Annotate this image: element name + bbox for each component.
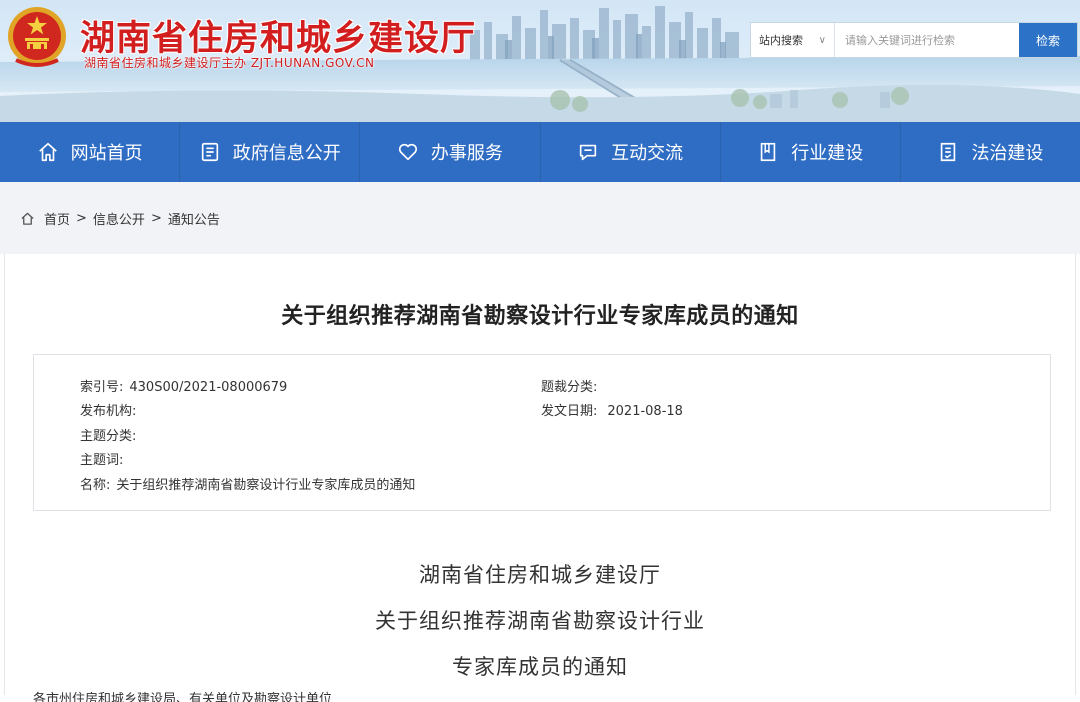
breadcrumb-notices[interactable]: 通知公告 bbox=[168, 209, 220, 228]
chevron-down-icon: ∨ bbox=[818, 34, 826, 46]
home-icon bbox=[21, 212, 34, 225]
meta-date-value: 2021-08-18 bbox=[607, 404, 683, 419]
meta-keywords-label: 主题词: bbox=[80, 453, 124, 468]
search-bar: 站内搜索 ∨ 检索 bbox=[750, 22, 1078, 58]
meta-name-value: 关于组织推荐湖南省勘察设计行业专家库成员的通知 bbox=[116, 478, 416, 493]
nav-item-label: 网站首页 bbox=[70, 143, 143, 164]
meta-topic-label: 主题分类: bbox=[80, 429, 137, 444]
article-panel: 关于组织推荐湖南省勘察设计行业专家库成员的通知 索引号: 430S00/2021-… bbox=[4, 254, 1076, 702]
nav-item-label: 办事服务 bbox=[430, 143, 503, 164]
article-title: 关于组织推荐湖南省勘察设计行业专家库成员的通知 bbox=[281, 304, 799, 329]
nav-item-label: 政府信息公开 bbox=[232, 143, 341, 164]
breadcrumb-info-public[interactable]: 信息公开 bbox=[93, 209, 145, 228]
main-nav: 网站首页 政府信息公开 办事服务 互动交流 行业建设 法治建设 bbox=[0, 122, 1080, 182]
search-scope-label: 站内搜索 bbox=[759, 34, 803, 47]
meta-index-label: 索引号: bbox=[80, 380, 124, 395]
site-subtitle: 湖南省住房和城乡建设厅主办 ZJT.HUNAN.GOV.CN bbox=[84, 56, 375, 70]
meta-topic: 主题分类: bbox=[80, 425, 142, 444]
meta-date-label: 发文日期: bbox=[541, 404, 598, 419]
body-first-line: 各市州住房和城乡建设局、有关单位及勘察设计单位 bbox=[33, 692, 333, 702]
body-heading-line-2: 关于组织推荐湖南省勘察设计行业 bbox=[375, 609, 705, 633]
law-document-icon bbox=[941, 142, 956, 162]
nav-item-label: 法治建设 bbox=[971, 143, 1044, 164]
nav-item-law[interactable]: 法治建设 bbox=[901, 122, 1080, 182]
nav-item-label: 行业建设 bbox=[791, 143, 864, 164]
search-scope-select[interactable]: 站内搜索 ∨ bbox=[751, 23, 835, 57]
meta-index: 索引号: 430S00/2021-08000679 bbox=[80, 376, 287, 395]
national-emblem-icon bbox=[8, 7, 66, 67]
breadcrumb-separator: > bbox=[76, 210, 87, 226]
body-heading-line-1: 湖南省住房和城乡建设厅 bbox=[419, 563, 661, 587]
nav-item-label: 互动交流 bbox=[611, 143, 684, 164]
nav-item-gov-info[interactable]: 政府信息公开 bbox=[180, 122, 361, 182]
document-icon bbox=[201, 142, 218, 162]
body-heading-line-3: 专家库成员的通知 bbox=[452, 655, 628, 679]
header-banner: 湖南省住房和城乡建设厅 湖南省住房和城乡建设厅主办 ZJT.HUNAN.GOV.… bbox=[0, 0, 1080, 122]
meta-genre: 题裁分类: bbox=[541, 376, 603, 395]
metadata-box: 索引号: 430S00/2021-08000679 发布机构: 主题分类: 主题词… bbox=[33, 354, 1051, 511]
search-input[interactable] bbox=[835, 23, 1019, 57]
meta-publisher-label: 发布机构: bbox=[80, 404, 137, 419]
meta-genre-label: 题裁分类: bbox=[541, 380, 598, 395]
chat-icon bbox=[579, 144, 597, 161]
meta-keywords: 主题词: bbox=[80, 449, 129, 468]
breadcrumb: 首页 > 信息公开 > 通知公告 bbox=[0, 182, 1080, 254]
search-button[interactable]: 检索 bbox=[1019, 23, 1077, 57]
meta-index-value: 430S00/2021-08000679 bbox=[129, 380, 288, 395]
meta-date: 发文日期: 2021-08-18 bbox=[541, 400, 683, 419]
breadcrumb-separator: > bbox=[150, 210, 162, 226]
meta-name-label: 名称: bbox=[80, 478, 111, 493]
nav-item-home[interactable]: 网站首页 bbox=[0, 122, 181, 182]
book-icon bbox=[761, 142, 776, 162]
nav-item-services[interactable]: 办事服务 bbox=[360, 122, 541, 182]
meta-publisher: 发布机构: bbox=[80, 400, 142, 419]
nav-item-interaction[interactable]: 互动交流 bbox=[541, 122, 721, 182]
meta-name: 名称: 关于组织推荐湖南省勘察设计行业专家库成员的通知 bbox=[80, 474, 415, 493]
breadcrumb-home[interactable]: 首页 bbox=[44, 209, 70, 228]
heart-icon bbox=[398, 143, 417, 161]
nav-item-industry[interactable]: 行业建设 bbox=[721, 122, 901, 182]
home-icon bbox=[38, 142, 57, 162]
